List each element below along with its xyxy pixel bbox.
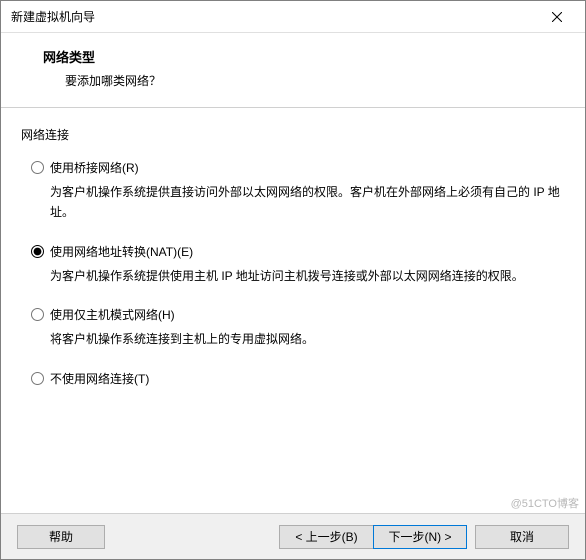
wizard-content: 网络连接 使用桥接网络(R) 为客户机操作系统提供直接访问外部以太网网络的权限。… <box>1 108 585 513</box>
option-none: 不使用网络连接(T) <box>31 370 565 387</box>
next-button[interactable]: 下一步(N) > <box>373 525 467 549</box>
radio-none-label[interactable]: 不使用网络连接(T) <box>50 370 149 387</box>
radio-hostonly[interactable] <box>31 308 44 321</box>
radio-nat-desc: 为客户机操作系统提供使用主机 IP 地址访问主机拨号连接或外部以太网网络连接的权… <box>50 266 565 286</box>
section-label: 网络连接 <box>21 126 565 143</box>
window-title: 新建虚拟机向导 <box>11 8 95 25</box>
radio-hostonly-desc: 将客户机操作系统连接到主机上的专用虚拟网络。 <box>50 329 565 349</box>
close-button[interactable] <box>537 3 577 31</box>
nav-button-group: < 上一步(B) 下一步(N) > <box>279 525 467 549</box>
back-button[interactable]: < 上一步(B) <box>279 525 373 549</box>
page-subtitle: 要添加哪类网络？ <box>65 72 569 89</box>
option-bridged: 使用桥接网络(R) 为客户机操作系统提供直接访问外部以太网网络的权限。客户机在外… <box>31 159 565 223</box>
radio-hostonly-label[interactable]: 使用仅主机模式网络(H) <box>50 306 175 323</box>
network-radio-group: 使用桥接网络(R) 为客户机操作系统提供直接访问外部以太网网络的权限。客户机在外… <box>31 159 565 387</box>
radio-bridged-desc: 为客户机操作系统提供直接访问外部以太网网络的权限。客户机在外部网络上必须有自己的… <box>50 182 565 223</box>
option-hostonly: 使用仅主机模式网络(H) 将客户机操作系统连接到主机上的专用虚拟网络。 <box>31 306 565 349</box>
page-title: 网络类型 <box>43 47 569 66</box>
radio-none[interactable] <box>31 372 44 385</box>
help-button[interactable]: 帮助 <box>17 525 105 549</box>
radio-bridged[interactable] <box>31 161 44 174</box>
wizard-dialog: 新建虚拟机向导 网络类型 要添加哪类网络？ 网络连接 使用桥接网络(R) 为客户… <box>0 0 586 560</box>
radio-nat[interactable] <box>31 245 44 258</box>
titlebar: 新建虚拟机向导 <box>1 1 585 33</box>
cancel-button[interactable]: 取消 <box>475 525 569 549</box>
radio-nat-label[interactable]: 使用网络地址转换(NAT)(E) <box>50 243 193 260</box>
radio-bridged-label[interactable]: 使用桥接网络(R) <box>50 159 139 176</box>
wizard-header: 网络类型 要添加哪类网络？ <box>1 33 585 108</box>
option-nat: 使用网络地址转换(NAT)(E) 为客户机操作系统提供使用主机 IP 地址访问主… <box>31 243 565 286</box>
close-icon <box>552 12 562 22</box>
wizard-footer: 帮助 < 上一步(B) 下一步(N) > 取消 <box>1 513 585 559</box>
